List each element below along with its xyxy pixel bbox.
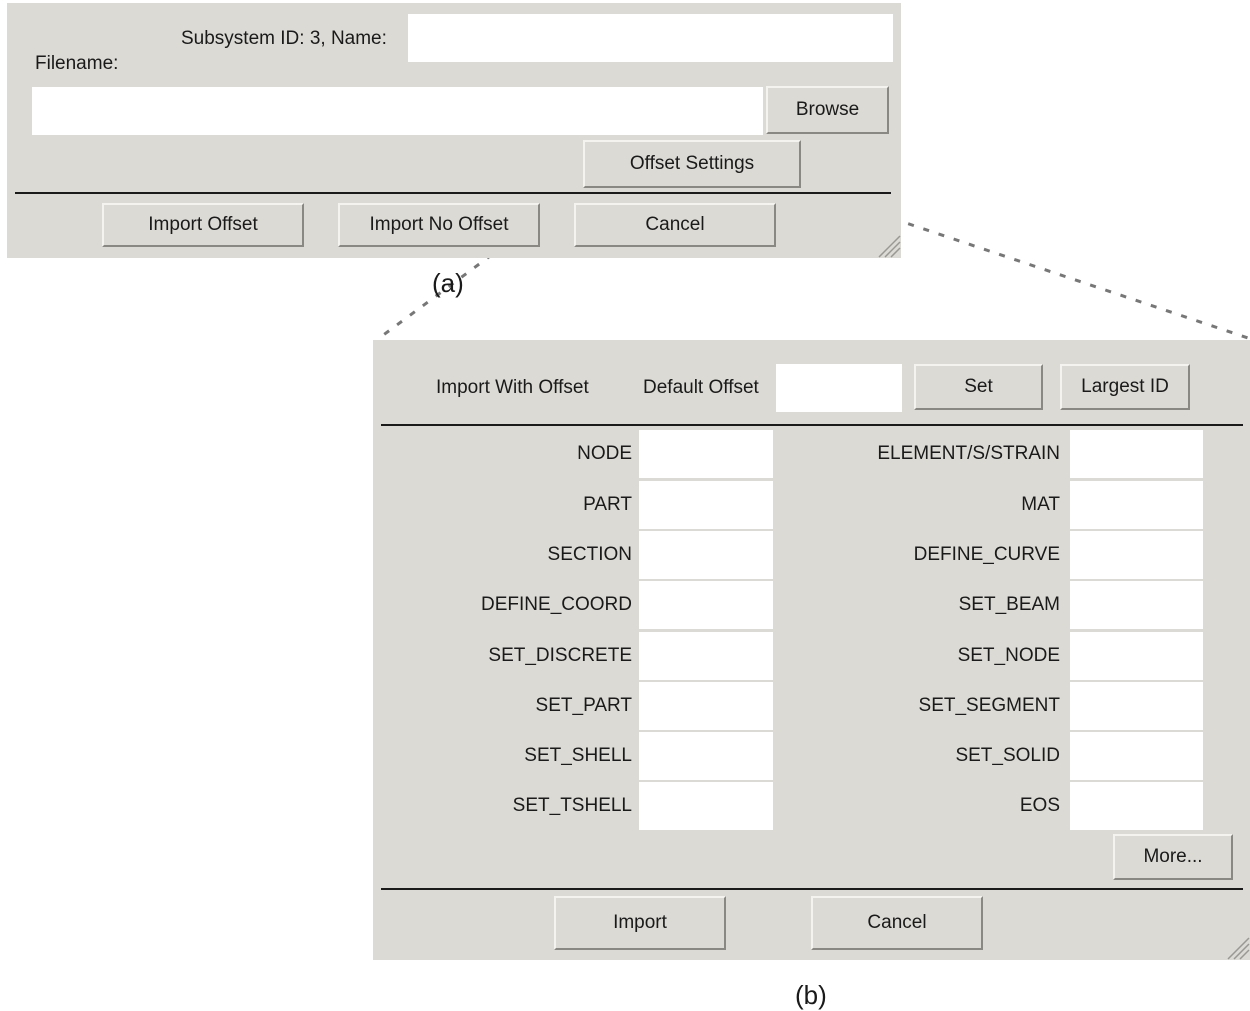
cancel-button[interactable]: Cancel	[811, 896, 983, 950]
offset-label-set-part: SET_PART	[535, 695, 632, 716]
separator-bottom	[381, 888, 1243, 890]
offset-settings-button[interactable]: Offset Settings	[583, 140, 801, 188]
import-offset-button[interactable]: Import Offset	[102, 203, 304, 247]
offset-input-define-coord[interactable]	[639, 581, 773, 629]
offset-input-set-node[interactable]	[1070, 632, 1203, 680]
offset-label-set-shell: SET_SHELL	[524, 745, 632, 766]
resize-grip-icon[interactable]	[873, 230, 901, 258]
import-dialog-a: Subsystem ID: 3, Name: Filename: Browse …	[7, 3, 901, 258]
offset-input-element[interactable]	[1070, 430, 1203, 478]
offset-label-define-curve: DEFINE_CURVE	[913, 544, 1060, 565]
default-offset-label: Default Offset	[643, 377, 759, 398]
offset-label-set-beam: SET_BEAM	[958, 594, 1060, 615]
largest-id-button[interactable]: Largest ID	[1060, 364, 1190, 410]
filename-input[interactable]	[32, 87, 763, 135]
offset-label-mat: MAT	[1021, 494, 1060, 515]
subsystem-id-label: Subsystem ID: 3, Name:	[181, 28, 387, 49]
default-offset-input[interactable]	[776, 364, 902, 412]
offset-input-set-tshell[interactable]	[639, 782, 773, 830]
resize-grip-icon[interactable]	[1222, 932, 1250, 960]
offset-label-set-tshell: SET_TSHELL	[512, 795, 632, 816]
offset-label-part: PART	[583, 494, 632, 515]
offset-label-set-node: SET_NODE	[957, 645, 1060, 666]
filename-label: Filename:	[35, 53, 119, 74]
offset-label-set-discrete: SET_DISCRETE	[488, 645, 632, 666]
offset-input-set-segment[interactable]	[1070, 682, 1203, 730]
offset-input-set-shell[interactable]	[639, 732, 773, 780]
separator	[15, 192, 891, 194]
import-with-offset-label: Import With Offset	[436, 377, 589, 398]
import-button[interactable]: Import	[554, 896, 726, 950]
offset-label-section: SECTION	[547, 544, 632, 565]
more-button[interactable]: More...	[1113, 834, 1233, 880]
offset-input-set-solid[interactable]	[1070, 732, 1203, 780]
subsystem-name-input[interactable]	[408, 14, 893, 62]
offset-label-element: ELEMENT/S/STRAIN	[877, 443, 1060, 464]
offset-label-node: NODE	[577, 443, 632, 464]
caption-a: (a)	[432, 268, 464, 298]
offset-input-eos[interactable]	[1070, 782, 1203, 830]
separator-top	[381, 424, 1243, 426]
offset-label-eos: EOS	[1019, 795, 1060, 816]
cancel-button[interactable]: Cancel	[574, 203, 776, 247]
offset-label-set-solid: SET_SOLID	[955, 745, 1060, 766]
offset-input-define-curve[interactable]	[1070, 531, 1203, 579]
import-no-offset-button[interactable]: Import No Offset	[338, 203, 540, 247]
browse-button[interactable]: Browse	[766, 86, 889, 134]
caption-b: (b)	[795, 980, 827, 1010]
offset-label-define-coord: DEFINE_COORD	[481, 594, 632, 615]
set-button[interactable]: Set	[914, 364, 1043, 410]
offset-input-set-beam[interactable]	[1070, 581, 1203, 629]
offset-input-set-part[interactable]	[639, 682, 773, 730]
offset-input-set-discrete[interactable]	[639, 632, 773, 680]
offset-input-part[interactable]	[639, 481, 773, 529]
offset-label-set-segment: SET_SEGMENT	[918, 695, 1060, 716]
offset-settings-dialog-b: Import With Offset Default Offset Set La…	[373, 340, 1250, 960]
offset-input-mat[interactable]	[1070, 481, 1203, 529]
offset-input-node[interactable]	[639, 430, 773, 478]
offset-input-section[interactable]	[639, 531, 773, 579]
